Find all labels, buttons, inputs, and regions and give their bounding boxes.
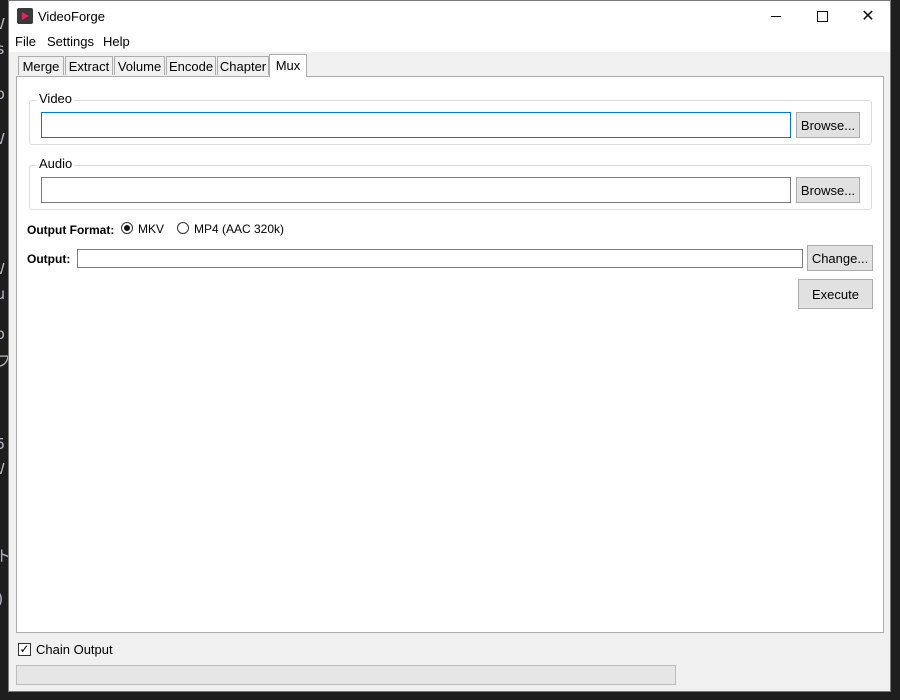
minimize-icon: [771, 15, 781, 17]
check-icon: ✓: [19, 642, 30, 656]
menu-bar: File Settings Help: [9, 31, 890, 52]
audio-group-label: Audio: [37, 156, 75, 171]
minimize-button[interactable]: [753, 1, 799, 31]
main-window: VideoForge ✕ File Settings Help Merge Ex…: [8, 0, 891, 692]
audio-path-input[interactable]: [41, 177, 791, 203]
tab-merge[interactable]: Merge: [18, 56, 64, 75]
tab-chapter[interactable]: Chapter: [217, 56, 269, 75]
tab-extract[interactable]: Extract: [65, 56, 113, 75]
mux-panel: Video Browse... Audio Browse... Output F…: [16, 76, 884, 633]
output-path-input[interactable]: [77, 249, 803, 268]
close-icon: ✕: [861, 8, 875, 25]
video-browse-button[interactable]: Browse...: [796, 112, 860, 138]
video-group-label: Video: [37, 91, 75, 106]
maximize-button[interactable]: [799, 1, 845, 31]
output-format-label: Output Format:: [27, 223, 115, 237]
progress-bar: [16, 665, 676, 685]
window-title: VideoForge: [38, 9, 105, 24]
tab-volume[interactable]: Volume: [114, 56, 165, 75]
radio-mkv[interactable]: [121, 222, 133, 234]
execute-button[interactable]: Execute: [798, 279, 873, 309]
radio-mp4-label: MP4 (AAC 320k): [194, 222, 285, 236]
tab-mux[interactable]: Mux: [269, 54, 307, 77]
radio-mkv-label: MKV: [138, 222, 165, 236]
title-bar: VideoForge ✕: [9, 1, 890, 31]
menu-settings[interactable]: Settings: [47, 34, 94, 49]
audio-browse-button[interactable]: Browse...: [796, 177, 860, 203]
audio-group: Audio Browse...: [29, 156, 872, 210]
app-icon: [17, 8, 33, 24]
chain-output-checkbox[interactable]: ✓: [18, 643, 31, 656]
maximize-icon: [816, 10, 828, 22]
change-output-button[interactable]: Change...: [807, 245, 873, 271]
radio-mp4[interactable]: [177, 222, 189, 234]
close-button[interactable]: ✕: [845, 1, 891, 31]
video-group: Video Browse...: [29, 91, 872, 145]
menu-file[interactable]: File: [15, 34, 36, 49]
tab-encode[interactable]: Encode: [166, 56, 216, 75]
menu-help[interactable]: Help: [103, 34, 130, 49]
output-label: Output:: [27, 252, 71, 266]
chain-output-label: Chain Output: [36, 642, 113, 657]
video-path-input[interactable]: [41, 112, 791, 138]
